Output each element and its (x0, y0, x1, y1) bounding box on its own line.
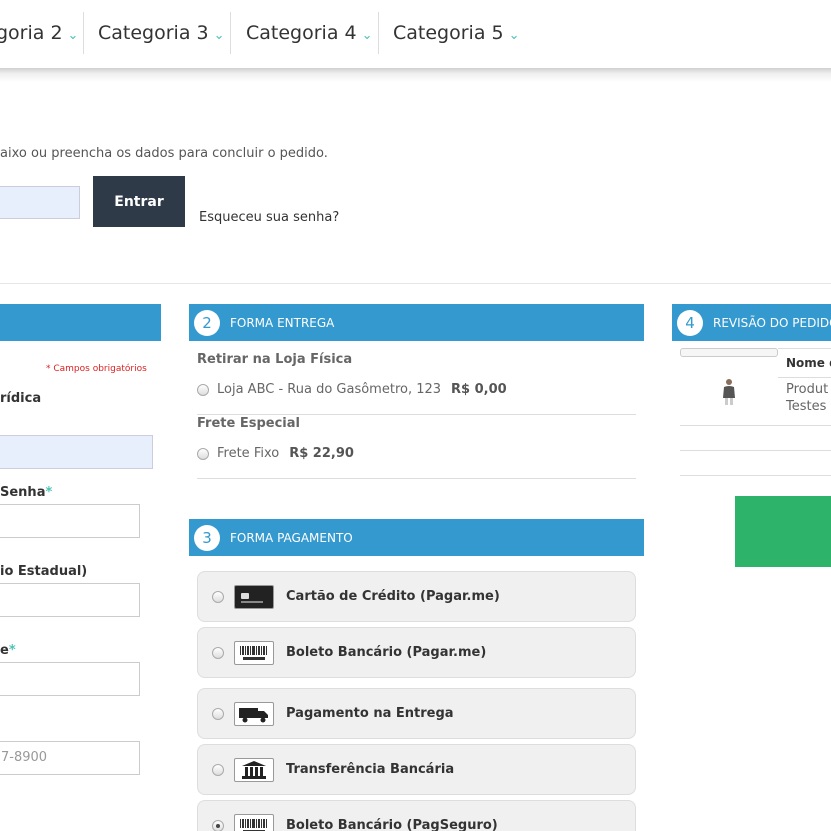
password-input[interactable] (0, 504, 140, 538)
section-header-review: 4 REVISÃO DO PEDIDO (672, 304, 831, 341)
login-password-input[interactable] (0, 186, 80, 219)
required-fields-note: * Campos obrigatórios (46, 364, 147, 374)
radio-button[interactable] (212, 707, 224, 720)
payment-option-label: Boleto Bancário (PagSeguro) (286, 818, 498, 831)
payment-option-label: Pagamento na Entrega (286, 706, 454, 721)
chevron-down-icon: ⌄ (361, 27, 373, 43)
credit-card-icon (234, 584, 274, 609)
payment-option-cash-on-delivery[interactable]: Pagamento na Entrega (197, 688, 636, 739)
field-label-state-registration: io Estadual) (0, 564, 88, 579)
radio-button[interactable] (212, 819, 224, 831)
radio-button[interactable] (212, 646, 224, 659)
confirm-order-button[interactable] (735, 496, 831, 567)
divider (0, 283, 831, 284)
payment-option-credit-card[interactable]: Cartão de Crédito (Pagar.me) (197, 571, 636, 622)
nav-categoria-5[interactable]: Categoria 5 ⌄ (393, 12, 520, 54)
product-thumbnail (720, 378, 738, 406)
divider (680, 450, 831, 451)
shipping-option-store-pickup[interactable]: Loja ABC - Rua do Gasômetro, 123 R$ 0,00 (197, 382, 507, 397)
review-scroll-box (680, 348, 778, 357)
product-name-line: Produt (786, 382, 829, 397)
login-intro-text: aixo ou preencha os dados para concluir … (0, 146, 328, 161)
barcode-icon (234, 640, 274, 665)
payment-option-label: Cartão de Crédito (Pagar.me) (286, 589, 500, 604)
chevron-down-icon: ⌄ (67, 27, 79, 43)
forgot-password-link[interactable]: Esqueceu sua senha? (199, 210, 339, 225)
nav-label: Categoria 5 (393, 22, 504, 44)
phone-placeholder: 7-8900 (1, 750, 48, 765)
field-label-person-type: rídica (0, 391, 42, 406)
nav-categoria-2[interactable]: goria 2 ⌄ (0, 12, 78, 54)
radio-button[interactable] (197, 383, 209, 396)
nav-label: Categoria 4 (246, 22, 357, 44)
shipping-option-label: Frete Fixo (217, 446, 280, 461)
shipping-price: R$ 0,00 (451, 382, 507, 397)
divider (197, 478, 636, 479)
review-product-name: Produt Testes (786, 381, 828, 415)
payment-option-boleto-pagseguro[interactable]: Boleto Bancário (PagSeguro) (197, 800, 636, 831)
label-text: e (0, 643, 9, 658)
section-title: FORMA ENTREGA (230, 315, 335, 330)
divider (680, 425, 831, 426)
payment-option-label: Boleto Bancário (Pagar.me) (286, 645, 487, 660)
radio-button[interactable] (212, 590, 224, 603)
step-number: 4 (677, 309, 703, 336)
required-star: * (8, 643, 16, 658)
name-input[interactable] (0, 662, 140, 696)
nav-divider (230, 12, 231, 54)
required-star: * (45, 485, 53, 500)
phone-input[interactable]: 7-8900 (0, 741, 140, 775)
radio-button[interactable] (212, 763, 224, 776)
shipping-group-name: Retirar na Loja Física (197, 352, 353, 367)
login-submit-button[interactable]: Entrar (93, 176, 185, 227)
section-title: REVISÃO DO PEDIDO (713, 315, 831, 330)
step-number: 2 (194, 309, 220, 336)
state-registration-input[interactable] (0, 583, 140, 617)
shipping-option-fixed-rate[interactable]: Frete Fixo R$ 22,90 (197, 446, 354, 461)
divider (197, 414, 636, 415)
nav-label: goria 2 (0, 22, 63, 44)
shipping-option-label: Loja ABC - Rua do Gasômetro, 123 (217, 382, 442, 397)
shipping-group-name: Frete Especial (197, 416, 300, 431)
barcode-icon (234, 813, 274, 831)
nav-shadow (0, 68, 831, 82)
field-label-name: e* (0, 643, 16, 658)
section-header-payment: 3 FORMA PAGAMENTO (189, 519, 644, 556)
bank-icon (234, 757, 274, 782)
label-text: Senha (0, 485, 46, 500)
payment-option-bank-transfer[interactable]: Transferência Bancária (197, 744, 636, 795)
section-title: FORMA PAGAMENTO (230, 530, 353, 545)
review-column-name: Nome d (778, 348, 831, 378)
truck-icon (234, 701, 274, 726)
nav-divider (83, 12, 84, 54)
section-header-customer (0, 304, 161, 341)
field-label-password: Senha* (0, 485, 52, 500)
payment-option-boleto-pagarme[interactable]: Boleto Bancário (Pagar.me) (197, 627, 636, 678)
product-name-line: Testes (786, 399, 827, 414)
shipping-price: R$ 22,90 (289, 446, 354, 461)
top-navigation: goria 2 ⌄ Categoria 3 ⌄ Categoria 4 ⌄ Categ… (0, 0, 831, 68)
radio-button[interactable] (197, 447, 209, 460)
nav-categoria-3[interactable]: Categoria 3 ⌄ (98, 12, 225, 54)
nav-categoria-4[interactable]: Categoria 4 ⌄ (246, 12, 373, 54)
document-input[interactable] (0, 435, 153, 469)
payment-option-label: Transferência Bancária (286, 762, 455, 777)
section-header-shipping: 2 FORMA ENTREGA (189, 304, 644, 341)
divider (680, 475, 831, 476)
nav-label: Categoria 3 (98, 22, 209, 44)
nav-divider (378, 12, 379, 54)
chevron-down-icon: ⌄ (213, 27, 225, 43)
step-number: 3 (194, 524, 220, 551)
chevron-down-icon: ⌄ (508, 27, 520, 43)
